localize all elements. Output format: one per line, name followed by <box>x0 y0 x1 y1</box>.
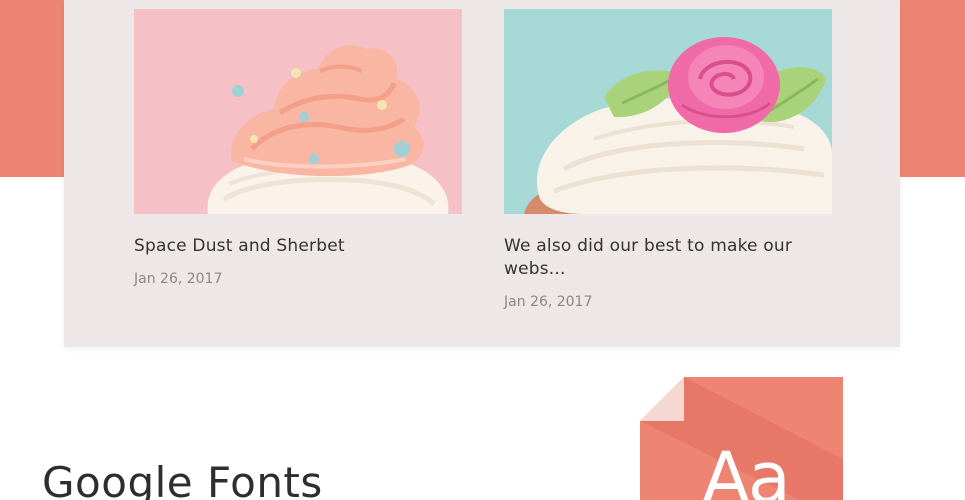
page: Space Dust and Sherbet Jan 26, 2017 We a… <box>0 0 965 500</box>
post-date: Jan 26, 2017 <box>134 271 223 287</box>
post-image-pink-cupcake[interactable] <box>134 9 462 214</box>
google-fonts-heading: Google Fonts <box>42 458 323 500</box>
post-title[interactable]: We also did our best to make our webs... <box>504 235 804 281</box>
post-image-rose-cupcake[interactable] <box>504 9 832 214</box>
accent-band-right <box>900 0 965 177</box>
font-file-icon: Aa <box>640 377 843 500</box>
post-title[interactable]: Space Dust and Sherbet <box>134 235 434 258</box>
post-date: Jan 26, 2017 <box>504 294 593 310</box>
accent-band-left <box>0 0 64 177</box>
font-sample-glyph: Aa <box>702 437 791 500</box>
recent-posts-panel: Space Dust and Sherbet Jan 26, 2017 We a… <box>64 0 900 347</box>
